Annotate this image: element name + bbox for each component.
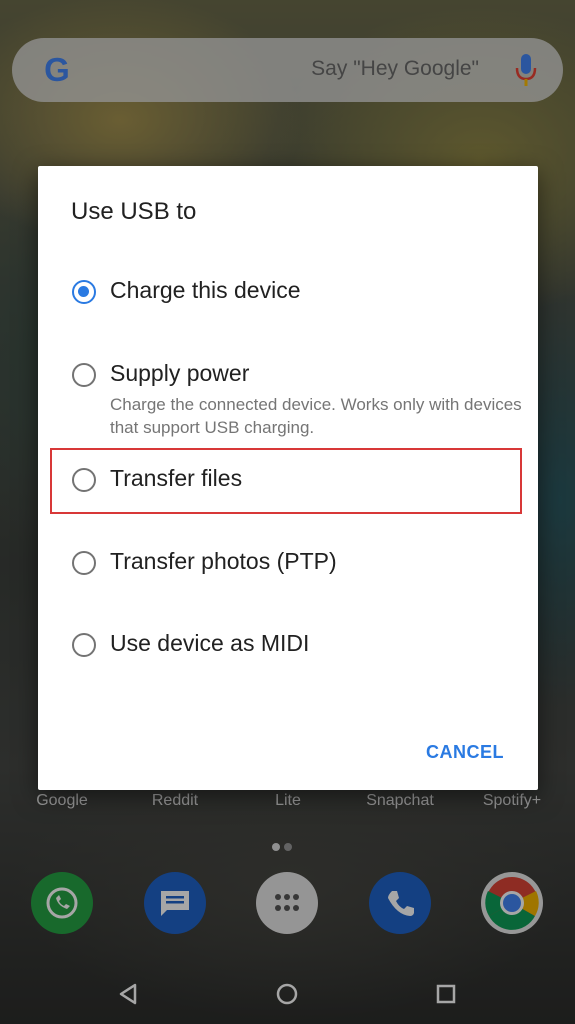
radio-button[interactable] bbox=[72, 468, 96, 492]
radio-button-checked[interactable] bbox=[72, 280, 96, 304]
option-description: Charge the connected device. Works only … bbox=[110, 395, 522, 437]
dialog-title: Use USB to bbox=[71, 198, 197, 225]
option-label: Charge this device bbox=[110, 277, 301, 303]
option-use-device-as-midi[interactable]: Use device as MIDI bbox=[72, 630, 512, 663]
option-label: Supply power bbox=[110, 360, 250, 386]
option-supply-power[interactable]: Supply power Charge the connected device… bbox=[72, 360, 522, 443]
option-label: Transfer files bbox=[110, 465, 243, 491]
radio-button[interactable] bbox=[72, 551, 96, 575]
option-charge-this-device[interactable]: Charge this device bbox=[72, 277, 512, 310]
option-transfer-photos[interactable]: Transfer photos (PTP) bbox=[72, 548, 512, 581]
usb-dialog: Use USB to Charge this device Supply pow… bbox=[38, 166, 538, 790]
option-transfer-files[interactable]: Transfer files bbox=[72, 465, 512, 498]
radio-button[interactable] bbox=[72, 363, 96, 387]
radio-button[interactable] bbox=[72, 633, 96, 657]
option-label: Use device as MIDI bbox=[110, 630, 310, 656]
cancel-button[interactable]: CANCEL bbox=[426, 742, 504, 763]
option-label: Transfer photos (PTP) bbox=[110, 548, 337, 574]
